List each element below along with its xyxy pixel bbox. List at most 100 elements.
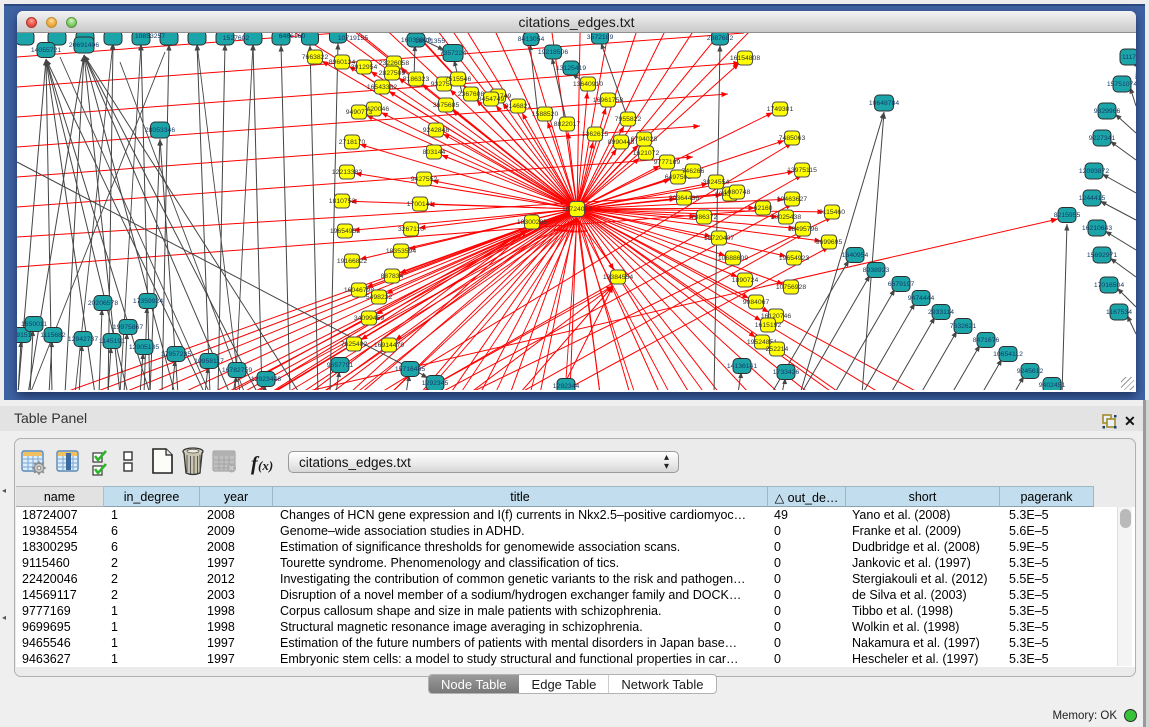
svg-text:3572189: 3572189 [587,34,614,41]
svg-text:1244415: 1244415 [1079,195,1106,202]
svg-text:9777169: 9777169 [654,159,681,166]
svg-text:10853257: 10853257 [135,33,165,40]
svg-text:1615192: 1615192 [755,322,782,329]
svg-text:39151: 39151 [17,332,32,339]
svg-text:10025438: 10025438 [771,214,801,221]
svg-text:12905135: 12905135 [129,344,159,351]
svg-text:19654923: 19654923 [779,255,809,262]
svg-text:6794028: 6794028 [631,136,658,143]
svg-text:1700141: 1700141 [407,201,434,208]
svg-text:6466160: 6466160 [279,33,306,40]
svg-text:3824554: 3824554 [703,179,730,186]
svg-text:15716485: 15716485 [395,366,425,373]
svg-text:16046798: 16046798 [344,287,374,294]
svg-text:2827509: 2827509 [379,70,406,77]
svg-text:9245612: 9245612 [1017,368,1044,375]
svg-text:6679197: 6679197 [888,281,915,288]
svg-text:7663822: 7663822 [302,54,329,61]
svg-text:12213382: 12213382 [332,169,362,176]
svg-text:28053346: 28053346 [145,127,175,134]
svg-text:9402451: 9402451 [1039,382,1066,389]
svg-text:7632621: 7632621 [950,323,977,330]
svg-text:16914479: 16914479 [374,342,404,349]
svg-text:2887682: 2887682 [707,35,734,42]
svg-text:252214: 252214 [766,346,789,353]
svg-text:17957225: 17957225 [161,351,191,358]
svg-text:9084067: 9084067 [743,299,770,306]
svg-text:34099459: 34099459 [354,315,384,322]
svg-text:1890724: 1890724 [732,277,759,284]
svg-text:3267110: 3267110 [398,226,424,233]
svg-text:1292344: 1292344 [553,383,580,390]
svg-text:10958117: 10958117 [194,358,224,365]
svg-text:8186323: 8186323 [403,76,430,83]
svg-text:19384554: 19384554 [603,274,633,281]
svg-text:1117: 1117 [1122,54,1136,61]
svg-text:9490773: 9490773 [346,109,373,116]
svg-text:1810752: 1810752 [329,198,356,205]
svg-text:18495796: 18495796 [788,226,818,233]
svg-text:1362615: 1362615 [582,131,609,138]
svg-text:1527602: 1527602 [223,35,250,42]
svg-text:10688609: 10688609 [718,255,748,262]
svg-text:7955822: 7955822 [615,116,642,123]
svg-text:62160: 62160 [754,205,773,212]
svg-text:19975867: 19975867 [113,324,143,331]
svg-text:803144: 803144 [423,149,446,156]
svg-text:3912954: 3912954 [351,64,378,71]
svg-text:10719155: 10719155 [338,35,368,42]
svg-text:9115460: 9115460 [819,209,845,216]
svg-text:1650011: 1650011 [21,321,47,328]
svg-text:9329966: 9329966 [1094,108,1121,115]
svg-text:18353594: 18353594 [386,248,416,255]
svg-text:2718170: 2718170 [339,139,366,146]
svg-text:7485063: 7485063 [779,135,806,142]
svg-text:1621072: 1621072 [633,150,660,157]
svg-text:1145191: 1145191 [99,338,125,345]
svg-text:1640954: 1640954 [842,252,869,259]
svg-text:9427552: 9427552 [411,176,438,183]
svg-text:9657791: 9657791 [327,362,354,369]
svg-text:8471676: 8471676 [973,337,1000,344]
svg-text:746266: 746266 [682,168,705,175]
svg-text:10654112: 10654112 [993,351,1023,358]
svg-text:8822017: 8822017 [554,121,581,128]
svg-text:19463627: 19463627 [777,196,807,203]
svg-text:10648784: 10648784 [869,100,899,107]
svg-text:14055721: 14055721 [31,47,61,54]
svg-text:19218506: 19218506 [538,49,568,56]
svg-text:1749301: 1749301 [767,106,794,113]
svg-text:1115682: 1115682 [40,332,66,339]
svg-text:8938923: 8938923 [863,267,890,274]
svg-text:9227341: 9227341 [1089,135,1116,142]
svg-text:3675685: 3675685 [433,102,460,109]
svg-text:19166822: 19166822 [337,258,367,265]
svg-text:(x): (x) [258,458,273,473]
svg-text:16671355: 16671355 [415,38,445,45]
svg-text:16210643: 16210643 [1082,225,1112,232]
svg-text:9474444: 9474444 [908,295,935,302]
svg-text:8215955: 8215955 [1054,212,1081,219]
svg-text:20206578: 20206578 [88,300,118,307]
svg-text:8454749: 8454749 [478,96,505,103]
svg-text:5498222: 5498222 [366,294,393,301]
svg-text:7515546: 7515546 [445,76,472,83]
svg-text:1588520: 1588520 [532,111,559,118]
svg-text:1292345: 1292345 [422,380,449,387]
svg-text:18724007: 18724007 [562,206,592,213]
svg-text:17359924: 17359924 [133,298,163,305]
svg-text:1167534: 1167534 [1106,309,1132,316]
svg-text:20364436: 20364436 [669,195,699,202]
svg-text:887834: 887834 [381,273,404,280]
svg-text:9146821: 9146821 [505,103,532,110]
svg-text:16961758: 16961758 [593,97,623,104]
svg-text:14136141: 14136141 [727,363,757,370]
svg-text:13640910: 13640910 [573,81,603,88]
svg-text:16154808: 16154808 [730,55,760,62]
svg-text:9242848: 9242848 [423,127,450,134]
svg-text:17016504: 17016504 [1094,282,1124,289]
svg-text:7886372: 7886372 [691,214,718,221]
svg-text:13975115: 13975115 [787,167,817,174]
svg-text:7625402: 7625402 [341,341,368,348]
svg-text:15751074: 15751074 [1107,81,1136,88]
